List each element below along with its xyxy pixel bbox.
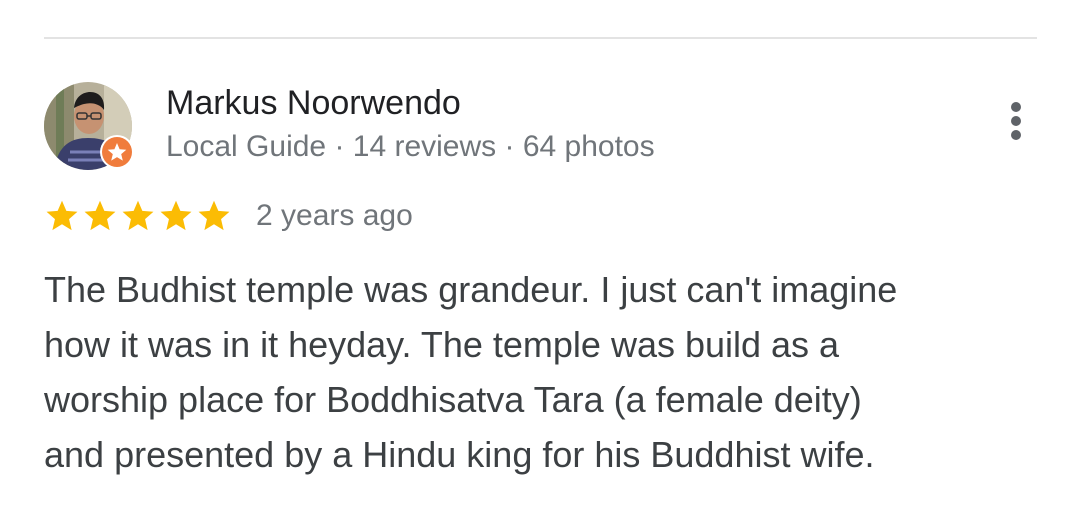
reviewer-meta: Local Guide · 14 reviews · 64 photos (166, 130, 655, 163)
review-card: Markus Noorwendo Local Guide · 14 review… (0, 0, 1080, 518)
star-icon (122, 200, 154, 231)
star-icon (84, 200, 116, 231)
star-icon (160, 200, 192, 231)
avatar[interactable] (44, 82, 134, 170)
review-date: 2 years ago (256, 199, 413, 232)
star-icon (46, 200, 78, 231)
reviewer-name[interactable]: Markus Noorwendo (166, 82, 461, 124)
local-guide-badge-icon (100, 135, 134, 169)
star-icon (198, 200, 230, 231)
review-text: The Budhist temple was grandeur. I just … (44, 269, 898, 475)
more-dot (1011, 130, 1021, 140)
star-rating (44, 196, 234, 236)
more-dot (1011, 116, 1021, 126)
divider (44, 37, 1037, 39)
more-vert-icon[interactable] (996, 96, 1036, 146)
more-dot (1011, 102, 1021, 112)
